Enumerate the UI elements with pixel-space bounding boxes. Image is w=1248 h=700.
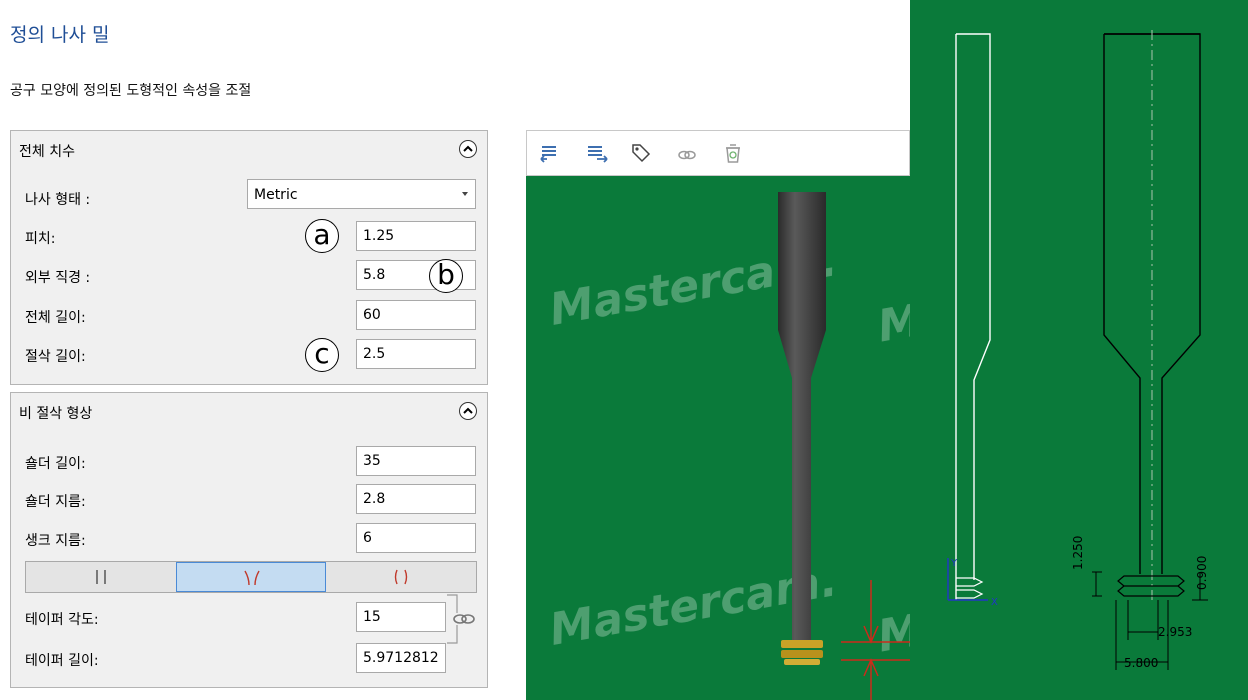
marker-a: a [305,219,339,253]
chevron-up-icon [463,145,473,152]
cut-length-input[interactable] [356,339,476,369]
shape-taper-in-button[interactable] [176,562,326,592]
cut-length-label: 절삭 길이: [25,349,86,365]
shank-diameter-label: 생크 지름: [25,533,86,549]
chevron-up-icon [463,407,473,414]
axis-y-label: Y [950,558,958,569]
shoulder-length-input[interactable] [356,446,476,476]
chain-link-icon [447,594,475,644]
taper-angle-label: 테이퍼 각도: [25,612,99,628]
non-cutting-header[interactable]: 비 절삭 형상 [11,393,487,427]
dimension-major-diameter: 5.800 [1124,656,1158,670]
overall-length-label: 전체 길이: [25,310,86,326]
taper-angle-input[interactable] [356,602,446,632]
overall-length-input[interactable] [356,300,476,330]
overall-dimensions-group: 전체 치수 나사 형태 : Metric 피치: 외부 직경 : 전체 길이: … [10,130,488,385]
overall-dimensions-title: 전체 치수 [19,144,75,160]
page-title: 정의 나사 밀 [10,24,110,46]
profile-drawing-canvas: Y X 1.250 0.900 2.953 5.800 [947,30,1209,670]
outer-diameter-label: 외부 직경 : [25,270,91,286]
straight-shape-icon [96,570,106,584]
marker-c: c [305,338,339,372]
dimension-thread-depth: 0.900 [1195,556,1209,590]
overall-dimensions-header[interactable]: 전체 치수 [11,131,487,165]
shape-straight-button[interactable] [26,562,176,592]
page-subtitle: 공구 모양에 정의된 도형적인 속성을 조절 [10,83,252,99]
tool-3d-model [778,192,910,700]
shape-taper-out-button[interactable] [326,562,476,592]
thread-form-value: Metric [254,187,298,203]
link-toggle[interactable] [447,591,477,647]
shoulder-length-label: 숄더 길이: [25,456,86,472]
shank-diameter-input[interactable] [356,523,476,553]
tool-profile-drawing: Y X 1.250 0.900 2.953 5.800 [910,0,1248,700]
taper-length-label: 테이퍼 길이: [25,653,99,669]
non-cutting-geometry-group: 비 절삭 형상 숄더 길이: 숄더 지름: 생크 지름: 테이퍼 각도: 테이퍼… [10,392,488,688]
taper-in-shape-icon [244,570,260,586]
pitch-input[interactable] [356,221,476,251]
tool-preview-viewport[interactable]: Mastercam. Mastercam. M M [526,130,926,700]
pitch-label: 피치: [25,231,56,247]
collapse-noncut-button[interactable] [459,402,477,420]
thread-form-select[interactable]: Metric [247,179,476,209]
taper-out-shape-icon [394,569,408,585]
thread-form-label: 나사 형태 : [25,192,91,208]
chevron-down-icon [462,192,468,196]
dimension-pitch: 1.250 [1071,536,1085,570]
marker-b: b [429,259,463,293]
shoulder-diameter-label: 숄더 지름: [25,494,86,510]
shape-selector [25,561,477,593]
axis-x-label: X [991,597,998,608]
collapse-overall-button[interactable] [459,140,477,158]
non-cutting-title: 비 절삭 형상 [19,406,93,422]
shoulder-diameter-input[interactable] [356,484,476,514]
taper-length-input[interactable] [356,643,446,673]
dimension-minor-diameter: 2.953 [1158,625,1192,639]
